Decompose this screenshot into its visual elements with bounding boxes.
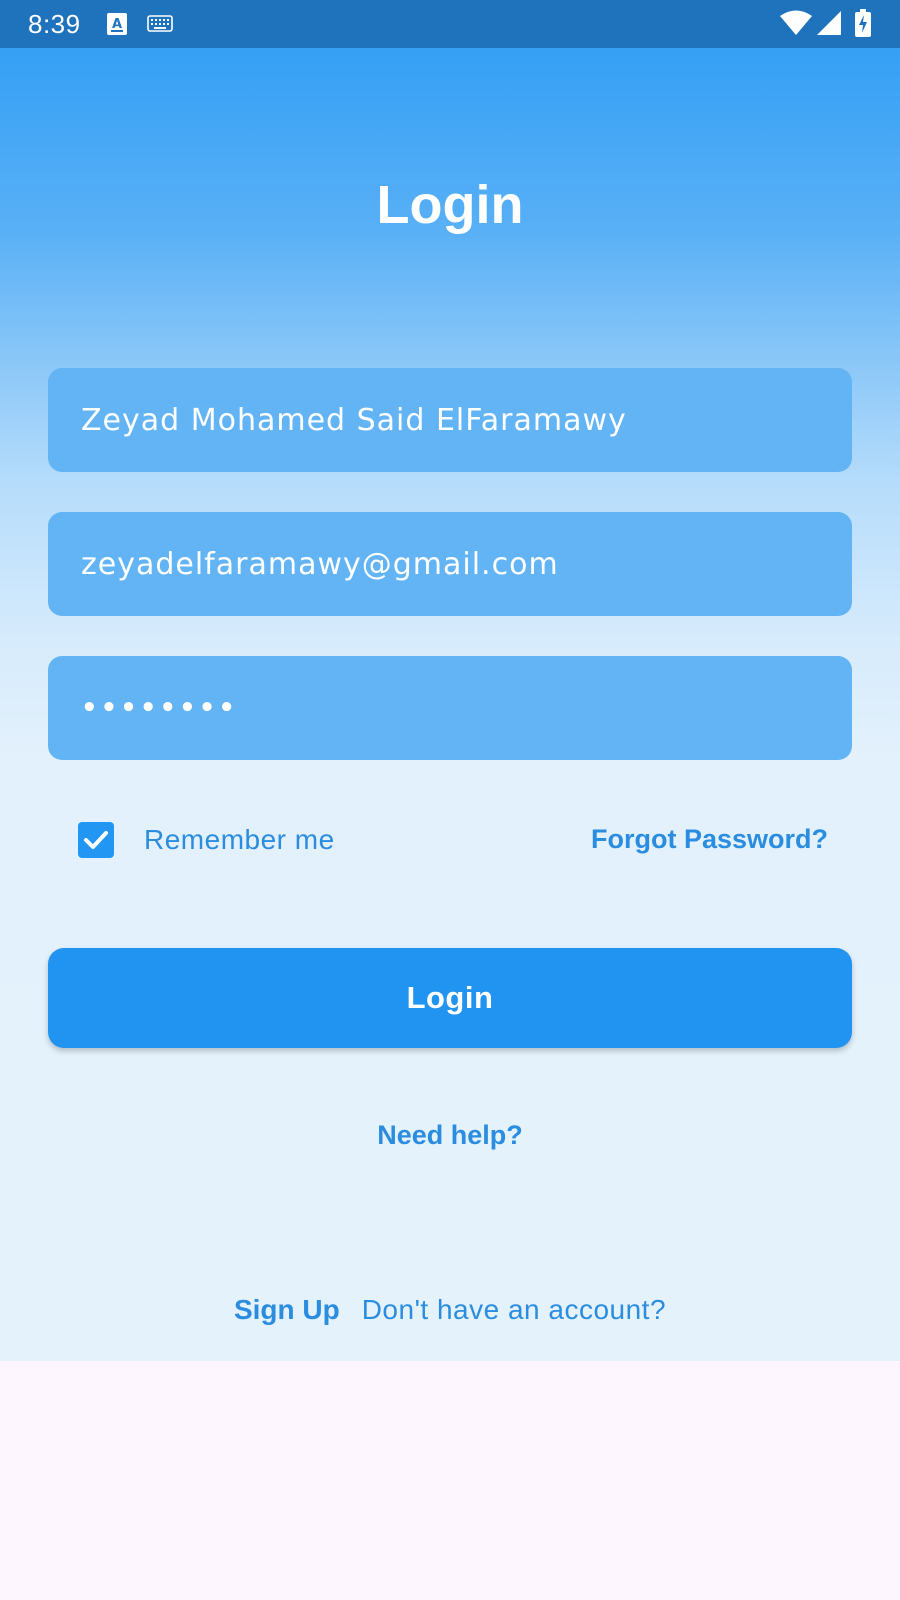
sign-up-link[interactable]: Sign Up [234, 1294, 340, 1325]
name-field[interactable]: Zeyad Mohamed Said ElFaramawy [48, 368, 852, 472]
login-button[interactable]: Login [48, 948, 852, 1048]
options-row: Remember me Forgot Password? [48, 820, 852, 860]
keyboard-icon [147, 15, 173, 38]
email-field-value: zeyadelfaramawy@gmail.com [81, 546, 559, 582]
email-field[interactable]: zeyadelfaramawy@gmail.com [48, 512, 852, 616]
password-field-value: •••••••• [81, 693, 238, 723]
battery-charging-icon [855, 9, 871, 42]
cellular-signal-icon [816, 10, 842, 41]
password-field[interactable]: •••••••• [48, 656, 852, 760]
text-format-icon: A [106, 12, 128, 41]
remember-me-checkbox[interactable] [78, 822, 114, 858]
login-button-label: Login [406, 980, 494, 1015]
blank-area [0, 1361, 900, 1600]
status-time: 8:39 [28, 9, 81, 39]
svg-text:A: A [112, 17, 122, 32]
signup-row: Sign Up Don't have an account? [0, 1294, 900, 1326]
login-screen: Login Zeyad Mohamed Said ElFaramawy zeya… [0, 48, 900, 1361]
status-bar: 8:39 A [0, 0, 900, 48]
page-title: Login [376, 175, 524, 235]
forgot-password-link[interactable]: Forgot Password? [591, 824, 828, 855]
no-account-text: Don't have an account? [361, 1294, 667, 1325]
wifi-icon [779, 10, 813, 41]
name-field-value: Zeyad Mohamed Said ElFaramawy [81, 402, 627, 438]
remember-me-label[interactable]: Remember me [144, 824, 335, 856]
need-help-link[interactable]: Need help? [0, 1120, 900, 1151]
check-icon [78, 831, 114, 862]
